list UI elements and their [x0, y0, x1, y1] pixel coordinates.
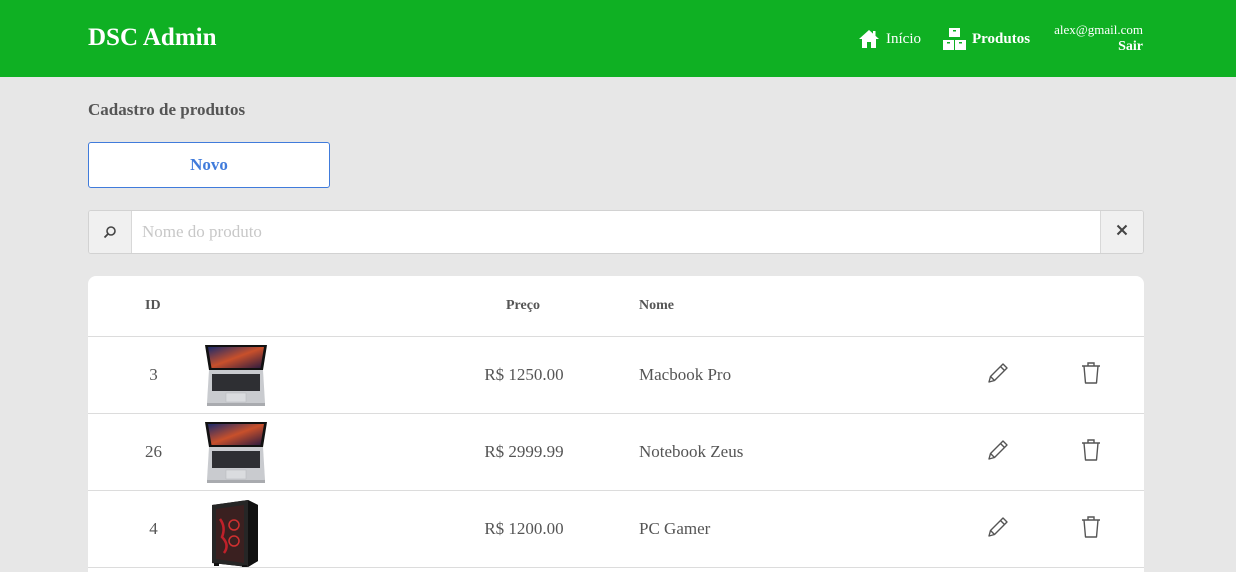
product-price: R$ 2999.99: [484, 442, 564, 461]
trash-icon: [1080, 439, 1102, 466]
pencil-icon: [986, 363, 1010, 389]
product-id: 26: [145, 442, 162, 461]
new-product-button[interactable]: Novo: [88, 142, 330, 188]
product-image-laptop: [202, 420, 270, 484]
product-image-laptop: [202, 343, 270, 407]
search-icon: [89, 211, 132, 253]
product-price: R$ 1250.00: [484, 365, 564, 384]
search-input[interactable]: [132, 211, 1100, 253]
clear-search-button[interactable]: [1100, 211, 1143, 253]
delete-button[interactable]: [1080, 361, 1102, 390]
page-title: Cadastro de produtos: [88, 100, 246, 119]
delete-button[interactable]: [1080, 438, 1102, 467]
nav-link-products[interactable]: Produtos: [943, 26, 1030, 52]
column-header-price: Preço: [506, 298, 540, 313]
trash-icon: [1080, 516, 1102, 543]
logout-link[interactable]: Sair: [1054, 38, 1143, 56]
product-id: 3: [149, 365, 158, 384]
pencil-icon: [986, 517, 1010, 543]
product-image-pc-tower: [202, 497, 270, 567]
product-name: PC Gamer: [639, 519, 711, 538]
home-icon: [858, 29, 880, 49]
user-email: alex@gmail.com: [1054, 22, 1143, 37]
product-name: Macbook Pro: [639, 365, 732, 384]
navbar: DSC Admin Início Produtos alex@gmail.com…: [0, 0, 1236, 77]
search-bar: [88, 210, 1144, 254]
product-name: Notebook Zeus: [639, 442, 744, 461]
table-row: 26 R$ 2999.99 Notebook Zeus: [88, 413, 1144, 490]
product-id: 4: [149, 519, 158, 538]
table-row-partial: [88, 567, 1144, 572]
brand-logo[interactable]: DSC Admin: [88, 24, 217, 52]
table-row: 4 R$ 1200.00 PC Gamer: [88, 490, 1144, 567]
trash-icon: [1080, 362, 1102, 389]
boxes-icon: [943, 27, 966, 51]
delete-button[interactable]: [1080, 515, 1102, 544]
column-header-id: ID: [145, 298, 161, 313]
close-icon: [1116, 223, 1128, 241]
edit-button[interactable]: [986, 361, 1010, 390]
products-table: ID Preço Nome 3 R$ 1250.00 Macbook Pro 2…: [88, 276, 1144, 572]
nav-link-home-label: Início: [886, 30, 921, 47]
nav-link-products-label: Produtos: [972, 30, 1031, 47]
edit-button[interactable]: [986, 438, 1010, 467]
edit-button[interactable]: [986, 515, 1010, 544]
table-row: 3 R$ 1250.00 Macbook Pro: [88, 336, 1144, 413]
pencil-icon: [986, 440, 1010, 466]
user-menu: alex@gmail.com Sair: [1054, 22, 1143, 56]
nav-link-home[interactable]: Início: [858, 26, 921, 52]
product-price: R$ 1200.00: [484, 519, 564, 538]
column-header-name: Nome: [639, 298, 674, 313]
